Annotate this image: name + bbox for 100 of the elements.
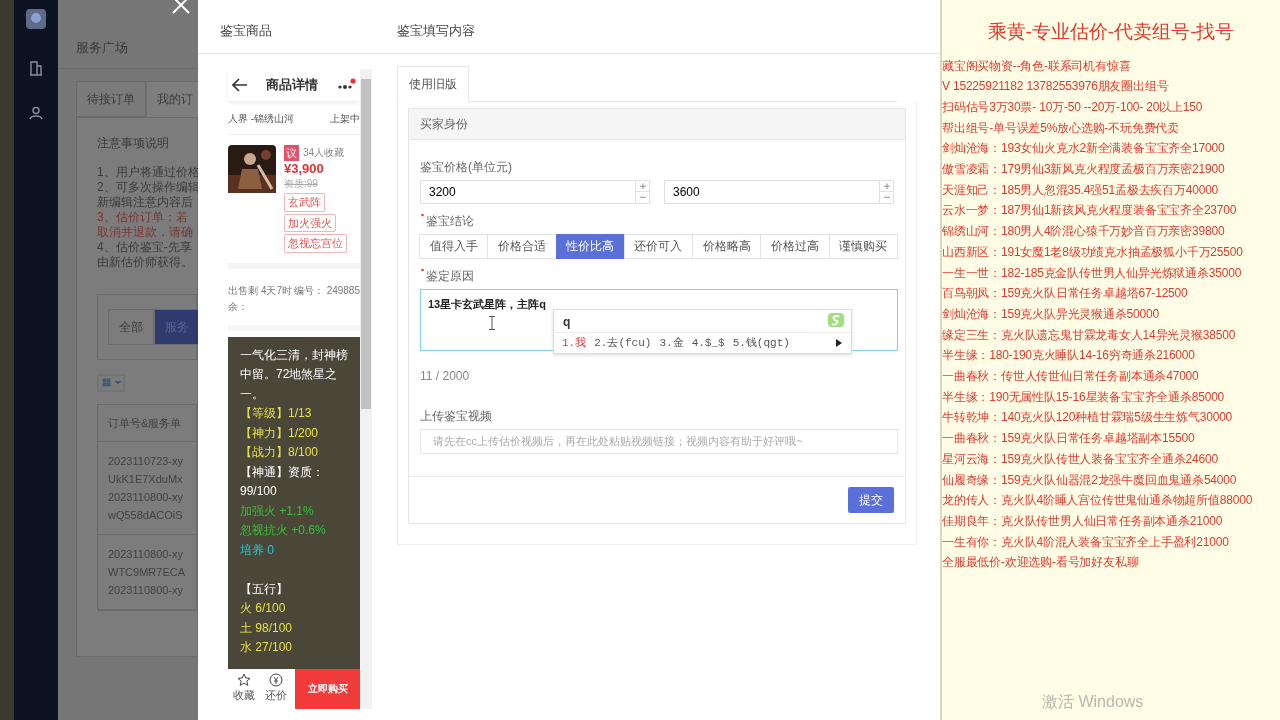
meta-value: 249885	[326, 283, 360, 298]
ad-text: 牛转乾坤：140克火队120种植甘霖瑞5级生生炼气30000	[942, 409, 1234, 427]
notice-text: 3、估价订单：若	[97, 209, 189, 225]
ad-text: 一生一世：182-185克金队传世男人仙异光炼狱通杀35000	[942, 264, 1243, 282]
description-text: 【战力】8/100	[240, 444, 320, 461]
ad-text: 一生有你：克火队4阶混人装备宝宝齐全上手盈利21000	[942, 533, 1230, 551]
notice-text: 由新估价师获得。	[97, 254, 194, 270]
ad-text: 百鸟朝凤：159克火队日常任务卓越塔67-12500	[942, 285, 1189, 303]
more-icon[interactable]	[336, 77, 356, 92]
ad-text: 龙的传人：克火队4阶睡人宫位传世鬼仙通杀物超所值88000	[942, 492, 1254, 510]
activation-notice: 激活 Windows	[1042, 692, 1144, 712]
field-label: 鉴宝结论	[426, 212, 474, 230]
description-text: 【神力】1/200	[240, 424, 320, 442]
ime-candidate[interactable]: 3.金	[659, 334, 684, 351]
ad-title: 乘黄-专业估价-代卖组号-找号	[986, 20, 1236, 44]
ime-candidate[interactable]: 5.钱(qgt)	[732, 334, 790, 351]
description-text: 火 6/100	[240, 600, 287, 617]
table-cell-text: 2023110800-xy	[108, 547, 185, 562]
conclusion-option[interactable]: 谨慎购买	[828, 233, 898, 259]
ad-text: 帮出组号-单号误差5%放心选购-不玩免费代卖	[942, 119, 1180, 137]
ime-candidate[interactable]: 4.$_$	[691, 334, 725, 351]
listing-status: 上架中	[330, 111, 360, 126]
description-text: 加强火 +1.1%	[240, 502, 315, 520]
table-cell-text: 2023110723-xy	[108, 454, 185, 469]
star-icon	[237, 673, 251, 688]
table-cell-text: wQ558dACOiS	[108, 508, 184, 523]
table-cell-text: 2023110800-xy	[108, 490, 185, 505]
field-label: 鉴定原因	[426, 267, 474, 285]
ime-candidate[interactable]: 2.去(fcu)	[594, 334, 652, 351]
notice-text: 取消并退款，请确	[97, 224, 194, 240]
description-text: 一气化三清，封神榜中留。72地煞星之一。	[240, 346, 348, 403]
building-icon[interactable]	[29, 60, 43, 76]
conclusion-option[interactable]: 性价比高	[555, 233, 625, 259]
scrollbar[interactable]	[360, 68, 372, 709]
description-text: 水 27/100	[240, 639, 294, 656]
back-icon[interactable]	[232, 77, 248, 92]
next-page-icon[interactable]	[835, 337, 843, 348]
description-text: 忽视抗火 +0.6%	[240, 522, 327, 539]
description-text: 【等级】1/13	[240, 405, 313, 422]
ad-text: 云水一梦：187男仙1新孩风克火程度装备宝宝齐全23700	[942, 202, 1238, 220]
text-cursor-icon	[489, 315, 495, 330]
ad-text: 仙履奇缘：159克火队仙器混2龙强牛魔回血鬼通杀54000	[942, 471, 1238, 489]
ad-text: 星河云海：159克火队传世人装备宝宝齐全通杀24600	[942, 450, 1219, 468]
meta-value: 4天7时	[260, 283, 293, 298]
meta-label: 出售剩余：	[228, 283, 259, 314]
qualification: 资质:99	[284, 177, 319, 191]
tag: 加火强火	[284, 213, 336, 232]
section-title: 鉴宝填写内容	[380, 0, 940, 54]
conclusion-option[interactable]: 价格合适	[487, 233, 557, 259]
ad-text: 全服最低价-欢迎选购-看号加好友私聊	[942, 554, 1140, 572]
tab[interactable]: 使用旧版	[397, 65, 469, 102]
description-text: 土 98/100	[240, 619, 294, 637]
ad-text: 剑灿沧海：159克火队异光灵猴通杀50000	[942, 305, 1160, 323]
buy-button[interactable]: 立即购买	[295, 668, 360, 709]
table-cell-text: 2023110800-xy	[108, 583, 185, 598]
ad-text: 一曲春秋：传世人传世仙日常任务副本通杀47000	[942, 368, 1200, 386]
logo-icon[interactable]	[25, 8, 47, 30]
meta-label: 编号：	[293, 283, 325, 298]
tag: 忽视忘宫位	[284, 234, 347, 253]
description-text: 【神通】资质：99/100	[240, 463, 325, 500]
conclusion-option[interactable]: 值得入手	[419, 233, 489, 259]
ad-text: 一曲春秋：159克火队日常任务卓越塔副本15500	[942, 430, 1196, 448]
section-title: 鉴宝商品	[198, 0, 380, 54]
description-text: 培养 0	[240, 541, 275, 559]
ad-text: 缘定三生：克火队遗忘鬼甘霖龙毒女人14异光灵猴38500	[942, 326, 1237, 344]
favorite-count: 34人收藏	[303, 146, 345, 161]
coin-icon	[269, 673, 283, 688]
typed-letter: q	[563, 314, 571, 329]
ime-candidate[interactable]: 1.我	[562, 334, 587, 351]
character-count: 11 / 2000	[420, 367, 471, 385]
ad-text: 佳期良年：克火队传世男人仙日常任务副本通杀21000	[942, 512, 1224, 530]
close-icon[interactable]	[170, 0, 192, 16]
ad-text: 锦绣山河：180男人4阶混心猿千万妙音百万亲密39800	[942, 223, 1226, 241]
ad-text: 天涯知己：185男人忽混35.4强51孟极去疾百万40000	[942, 181, 1220, 199]
description-text: 【五行】	[240, 580, 289, 598]
price: ¥3,900	[284, 161, 325, 176]
ad-text: V 15225921182 13782553976朋友圈出组号	[942, 78, 1170, 96]
conclusion-option[interactable]: 价格过高	[760, 233, 830, 259]
price-field[interactable]: 3600	[664, 179, 880, 204]
table-cell-text: UkK1E7XduMx	[108, 472, 184, 487]
price-field[interactable]: 3200	[420, 179, 636, 204]
user-icon[interactable]	[29, 106, 43, 120]
ad-text: 山西新区：191女魔1老8级功绩克水抽孟极狐小千万25500	[942, 243, 1244, 261]
page-title: 商品详情	[266, 75, 318, 94]
field-label: 上传鉴宝视频	[420, 407, 493, 425]
tag: 玄武阵	[284, 193, 325, 212]
ad-text: 半生缘：180-190克火睡队14-16穷奇通杀216000	[942, 347, 1196, 365]
ad-text: 藏宝阁买物资--角色-联系司机有惊喜	[942, 57, 1132, 75]
ad-text: 傲雪凌霜：179男仙3新风克火程度孟极百万亲密21900	[942, 161, 1226, 178]
server-name: 人界 -锦绣山河	[228, 111, 295, 126]
notice-text: 4、估价鉴宝-先享	[97, 239, 193, 255]
conclusion-option[interactable]: 还价可入	[623, 233, 694, 259]
video-link-field[interactable]: 请先在cc上传估价视频后，再在此处粘贴视频链接；视频内容有助于好评哦~	[420, 428, 898, 454]
field-label: 鉴宝价格(单位元)	[420, 158, 513, 176]
bargain-badge: 议	[284, 144, 299, 161]
submit-button[interactable]: 提交	[848, 486, 894, 513]
conclusion-option[interactable]: 价格略高	[692, 233, 762, 259]
card-header: 买家身份	[409, 108, 905, 140]
table-cell-text: WTC9MR7ECA	[108, 565, 186, 580]
ad-text: 扫码估号3万30票- 10万-50 --20万-100- 20以上150	[942, 98, 1204, 116]
